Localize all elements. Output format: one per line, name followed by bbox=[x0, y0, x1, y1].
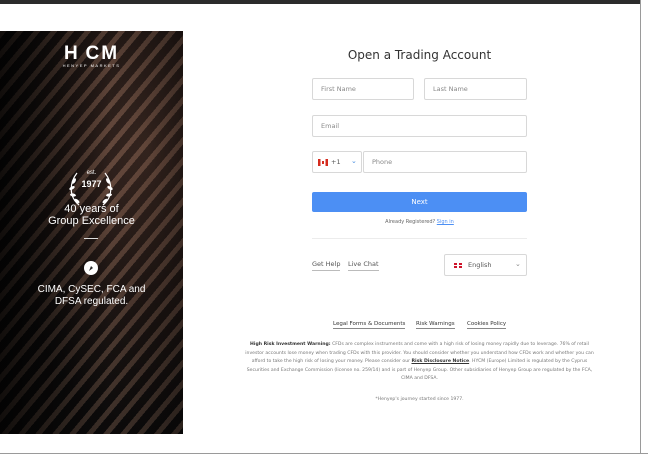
regulated-line1: CIMA, CySEC, FCA and bbox=[37, 284, 146, 295]
risk-warning-heading: High Risk Investment Warning: bbox=[250, 342, 331, 347]
hycm-logo: H CM bbox=[63, 43, 120, 64]
brand-panel: H CM HENYEP MARKETS est. 1977 40 years o… bbox=[0, 31, 183, 434]
page-title: Open a Trading Account bbox=[347, 48, 492, 62]
already-registered-label: Already Registered? bbox=[385, 219, 436, 225]
window-right-frame bbox=[640, 0, 648, 461]
window-top-bar bbox=[0, 0, 648, 4]
form-divider bbox=[312, 238, 527, 239]
legal-forms-link[interactable]: Legal Forms & Documents bbox=[333, 321, 406, 329]
language-value: English bbox=[468, 261, 492, 269]
est-year: 1977 bbox=[81, 179, 102, 189]
est-label: est. bbox=[86, 170, 97, 176]
country-code-select[interactable]: +1 ⌄ bbox=[312, 151, 362, 173]
regulation-badge-icon bbox=[84, 261, 98, 275]
phone-input[interactable]: Phone bbox=[363, 151, 527, 173]
sign-in-link[interactable]: Sign in bbox=[437, 219, 454, 225]
logo-subtitle: HENYEP MARKETS bbox=[62, 63, 121, 68]
risk-warnings-link[interactable]: Risk Warnings bbox=[416, 321, 455, 329]
next-button[interactable]: Next bbox=[312, 192, 527, 212]
first-name-input[interactable]: First Name bbox=[312, 78, 414, 100]
live-chat-link[interactable]: Live Chat bbox=[348, 260, 379, 271]
canada-flag-icon bbox=[318, 159, 328, 166]
email-input[interactable]: Email bbox=[312, 115, 527, 137]
get-help-link[interactable]: Get Help bbox=[312, 260, 341, 271]
risk-disclosure-link[interactable]: Risk Disclosure Notice bbox=[411, 359, 469, 364]
last-name-input[interactable]: Last Name bbox=[424, 78, 527, 100]
language-select[interactable]: English ⌄ bbox=[444, 254, 527, 276]
uk-flag-icon bbox=[454, 263, 462, 268]
regulated-line2: DFSA regulated. bbox=[54, 296, 129, 307]
journey-note: *Henyep's journey started since 1977. bbox=[375, 397, 464, 402]
background-shade bbox=[0, 31, 183, 434]
country-code-value: +1 bbox=[331, 158, 341, 166]
years-excellence-line1: 40 years of bbox=[64, 203, 119, 215]
shield-check-icon bbox=[89, 266, 93, 271]
years-excellence-line2: Group Excellence bbox=[48, 215, 135, 227]
window-bottom-frame bbox=[0, 453, 648, 461]
chevron-down-icon: ⌄ bbox=[351, 157, 357, 165]
panel-divider bbox=[84, 238, 98, 239]
risk-warning-text: High Risk Investment Warning: CFDs are c… bbox=[242, 341, 597, 384]
cookies-policy-link[interactable]: Cookies Policy bbox=[467, 321, 507, 329]
already-registered-text: Already Registered? Sign in bbox=[312, 219, 527, 225]
chevron-down-icon: ⌄ bbox=[515, 260, 521, 268]
window-top-frame bbox=[0, 0, 648, 31]
